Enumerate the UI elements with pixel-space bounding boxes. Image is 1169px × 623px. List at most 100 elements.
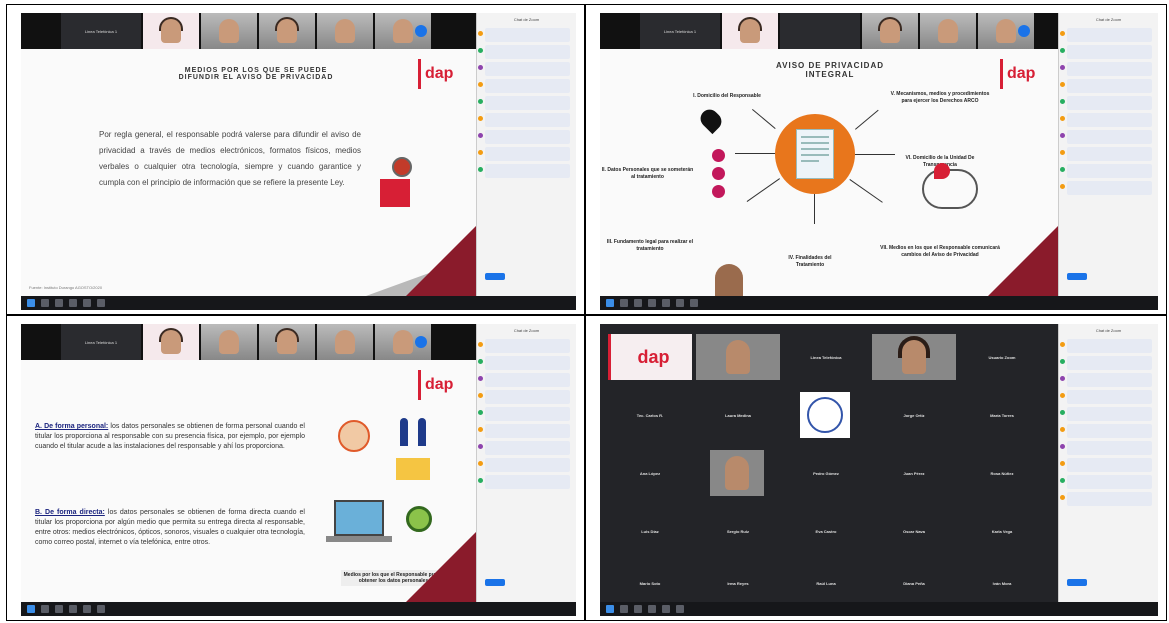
participant-tile[interactable] <box>143 13 199 49</box>
zoom-window-3: Linea Telefónica 1 dap A. De forma perso… <box>21 324 576 616</box>
participant-tile[interactable] <box>375 324 431 360</box>
gallery-tile[interactable]: Jorge Ortiz <box>872 392 956 438</box>
participant-tile[interactable] <box>317 13 373 49</box>
gallery-tile[interactable]: Ana López <box>608 450 692 496</box>
gallery-tile[interactable]: Pedro Gómez <box>784 450 868 496</box>
next-page-icon[interactable] <box>415 336 427 348</box>
gallery-tile-video[interactable] <box>710 450 764 496</box>
panel-4: dap Linea Telefónica Usuario Zoom Tec. C… <box>585 315 1167 621</box>
participants-icon[interactable] <box>648 299 656 307</box>
gallery-tile-image[interactable] <box>800 392 850 438</box>
next-page-icon[interactable] <box>1018 25 1030 37</box>
chat-message <box>1060 441 1152 455</box>
taskbar <box>600 602 1158 616</box>
item-b: B. De forma directa: los datos personale… <box>35 508 305 548</box>
chat-message <box>478 130 570 144</box>
taskview-icon[interactable] <box>55 605 63 613</box>
video-icon[interactable] <box>634 299 642 307</box>
gallery-tile-logo[interactable]: dap <box>608 334 692 380</box>
gallery-tile[interactable]: Tec. Carlos R. <box>608 392 692 438</box>
zoom-icon[interactable] <box>97 605 105 613</box>
chat-message <box>478 373 570 387</box>
participant-tile-name[interactable]: Linea Telefónica 1 <box>61 324 141 360</box>
windows-icon[interactable] <box>606 605 614 613</box>
gallery-tile[interactable]: Eva Castro <box>784 508 868 554</box>
gallery-tile[interactable]: Usuario Zoom <box>960 334 1044 380</box>
gallery-tile[interactable]: Linea Telefónica <box>784 334 868 380</box>
taskview-icon[interactable] <box>55 299 63 307</box>
participant-tile[interactable] <box>375 13 431 49</box>
participant-tile[interactable] <box>259 324 315 360</box>
browser-icon[interactable] <box>648 605 656 613</box>
share-screen-icon[interactable] <box>676 299 684 307</box>
dap-logo: dap <box>1000 59 1048 89</box>
next-page-icon[interactable] <box>415 25 427 37</box>
folder-icon[interactable] <box>83 605 91 613</box>
gallery-tile[interactable]: Karla Vega <box>960 508 1044 554</box>
participant-tile[interactable] <box>143 324 199 360</box>
participant-tile[interactable] <box>722 13 778 49</box>
mute-icon[interactable] <box>620 299 628 307</box>
browser-icon[interactable] <box>69 299 77 307</box>
laptop-base <box>326 536 392 542</box>
gallery-tile-video[interactable] <box>872 334 956 380</box>
participant-tile[interactable] <box>862 13 918 49</box>
dap-logo: dap <box>418 370 466 400</box>
chat-message <box>1060 79 1152 93</box>
item-a: A. De forma personal: los datos personal… <box>35 422 305 452</box>
search-icon[interactable] <box>620 605 628 613</box>
gallery-tile[interactable]: Irma Reyes <box>696 560 780 606</box>
gallery-tile[interactable]: Laura Medina <box>696 392 780 438</box>
item-a-title: A. De forma personal: <box>35 423 109 430</box>
gallery-tile[interactable]: Juan Pérez <box>872 450 956 496</box>
windows-icon[interactable] <box>27 605 35 613</box>
windows-icon[interactable] <box>27 299 35 307</box>
zoom-icon[interactable] <box>97 299 105 307</box>
chat-icon[interactable] <box>662 299 670 307</box>
record-icon[interactable] <box>690 299 698 307</box>
windows-icon[interactable] <box>606 299 614 307</box>
gallery-tile[interactable]: Luis Díaz <box>608 508 692 554</box>
participant-tile[interactable] <box>920 13 976 49</box>
chat-message <box>1060 164 1152 178</box>
decor-wedge <box>406 532 476 602</box>
search-icon[interactable] <box>41 299 49 307</box>
gallery-view: dap Linea Telefónica Usuario Zoom Tec. C… <box>600 324 1058 606</box>
folder-icon[interactable] <box>83 299 91 307</box>
folder-icon[interactable] <box>662 605 670 613</box>
participant-tile[interactable] <box>201 13 257 49</box>
volleyball-icon <box>807 397 843 433</box>
gallery-tile[interactable]: Iván Mora <box>960 560 1044 606</box>
participant-tile[interactable] <box>317 324 373 360</box>
participant-tile-name[interactable] <box>780 13 860 49</box>
gallery-tile[interactable]: Oscar Nava <box>872 508 956 554</box>
participant-tile[interactable] <box>259 13 315 49</box>
item-datos-personales: II. Datos Personales que se someterán al… <box>601 167 694 180</box>
document-icon <box>796 129 834 179</box>
search-icon[interactable] <box>41 605 49 613</box>
participant-tile[interactable] <box>978 13 1034 49</box>
gallery-tile[interactable]: Rosa Núñez <box>960 450 1044 496</box>
chat-message <box>1060 62 1152 76</box>
gallery-tile-video[interactable] <box>696 334 780 380</box>
chat-message <box>478 458 570 472</box>
gallery-tile[interactable]: Sergio Ruiz <box>696 508 780 554</box>
browser-icon[interactable] <box>69 605 77 613</box>
gallery-tile[interactable]: Raúl Luna <box>784 560 868 606</box>
zoom-icon[interactable] <box>676 605 684 613</box>
chat-message <box>478 28 570 42</box>
chat-send-button[interactable] <box>1067 579 1087 586</box>
person-icon <box>712 149 725 162</box>
participant-tile-name[interactable]: Linea Telefónica 1 <box>640 13 720 49</box>
participant-tile-name[interactable]: Linea Telefónica 1 <box>61 13 141 49</box>
gallery-tile[interactable]: Diana Peña <box>872 560 956 606</box>
participant-tile[interactable] <box>201 324 257 360</box>
connector-line <box>855 109 879 130</box>
taskview-icon[interactable] <box>634 605 642 613</box>
chat-send-button[interactable] <box>1067 273 1087 280</box>
taskbar <box>21 602 576 616</box>
gallery-tile[interactable]: Mario Soto <box>608 560 692 606</box>
chat-send-button[interactable] <box>485 579 505 586</box>
chat-send-button[interactable] <box>485 273 505 280</box>
gallery-tile[interactable]: María Torres <box>960 392 1044 438</box>
